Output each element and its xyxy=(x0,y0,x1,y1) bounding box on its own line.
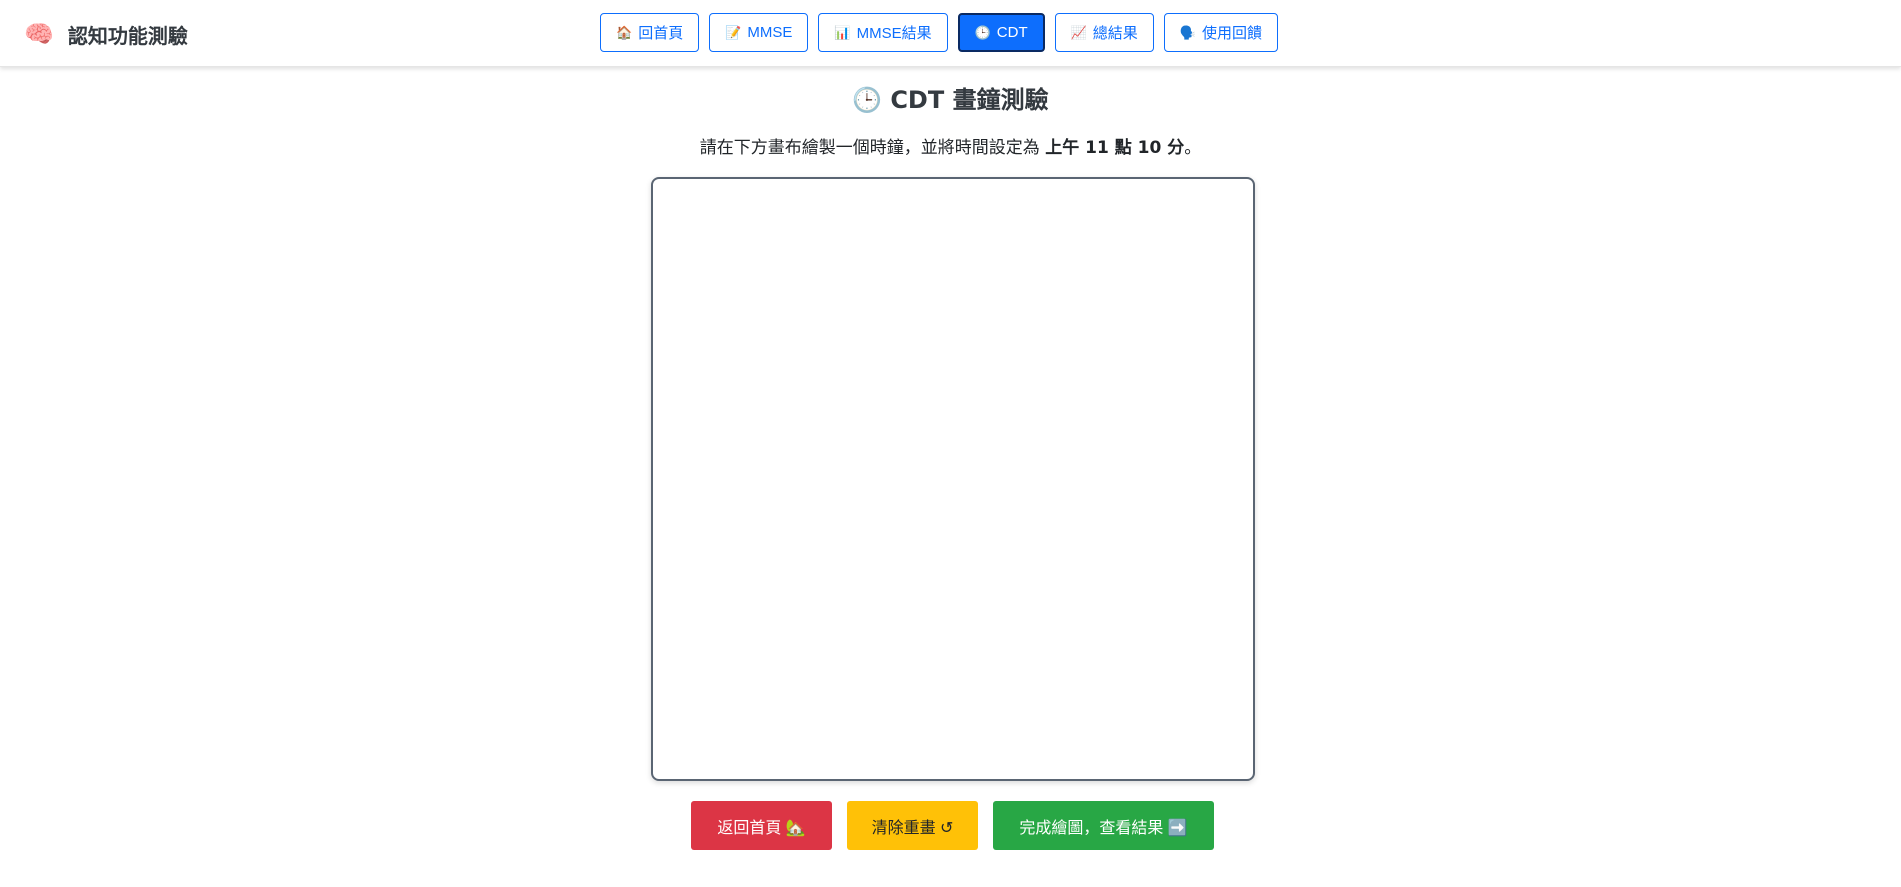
clock-icon: 🕒 xyxy=(852,86,883,114)
trend-chart-icon: 📈 xyxy=(1070,24,1087,40)
nav-cdt-button[interactable]: 🕒 CDT xyxy=(957,13,1045,52)
home-icon: 🏠 xyxy=(616,24,633,40)
clear-redraw-button[interactable]: 清除重畫 ↺ xyxy=(847,801,978,850)
brand-title: 認知功能測驗 xyxy=(67,23,188,48)
nav-total-result-label: 總結果 xyxy=(1092,25,1138,42)
nav-buttons: 🏠 回首頁 📝 MMSE 📊 MMSE結果 🕒 CDT 📈 總結果 🗣️ 使用回… xyxy=(600,13,1279,53)
instruction-text: 請在下方畫布繪製一個時鐘，並將時間設定為 上午 11 點 10 分。 xyxy=(0,133,1901,158)
nav-mmse-result-label: MMSE結果 xyxy=(856,25,932,42)
nav-mmse-button[interactable]: 📝 MMSE xyxy=(709,13,809,52)
action-buttons: 返回首頁 🏡 清除重畫 ↺ 完成繪圖，查看結果 ➡️ xyxy=(691,801,1214,851)
brain-icon: 🧠 xyxy=(24,20,54,48)
bar-chart-icon: 📊 xyxy=(834,24,851,40)
page-title-text: CDT 畫鐘測驗 xyxy=(890,86,1049,114)
clock-icon: 🕒 xyxy=(974,24,991,40)
nav-feedback-button[interactable]: 🗣️ 使用回饋 xyxy=(1163,13,1279,52)
memo-icon: 📝 xyxy=(725,24,742,40)
nav-home-label: 回首頁 xyxy=(638,25,684,42)
nav-cdt-label: CDT xyxy=(996,24,1028,41)
nav-home-button[interactable]: 🏠 回首頁 xyxy=(600,13,700,52)
drawing-canvas[interactable] xyxy=(651,177,1255,781)
instruction-prefix: 請在下方畫布繪製一個時鐘，並將時間設定為 xyxy=(699,138,1046,158)
nav-mmse-result-button[interactable]: 📊 MMSE結果 xyxy=(818,13,948,52)
page-title: 🕒 CDT 畫鐘測驗 xyxy=(0,80,1901,115)
nav-feedback-label: 使用回饋 xyxy=(1202,25,1263,42)
nav-total-result-button[interactable]: 📈 總結果 xyxy=(1054,13,1154,52)
top-navbar: 🧠 認知功能測驗 🏠 回首頁 📝 MMSE 📊 MMSE結果 🕒 CDT 📈 總… xyxy=(0,0,1901,67)
brand[interactable]: 🧠 認知功能測驗 xyxy=(24,19,188,49)
finish-drawing-button[interactable]: 完成繪圖，查看結果 ➡️ xyxy=(993,801,1214,850)
speaking-head-icon: 🗣️ xyxy=(1179,24,1196,40)
instruction-time: 上午 11 點 10 分 xyxy=(1045,138,1185,158)
nav-mmse-label: MMSE xyxy=(747,24,793,41)
return-home-button[interactable]: 返回首頁 🏡 xyxy=(691,801,832,850)
instruction-suffix: 。 xyxy=(1184,138,1202,158)
